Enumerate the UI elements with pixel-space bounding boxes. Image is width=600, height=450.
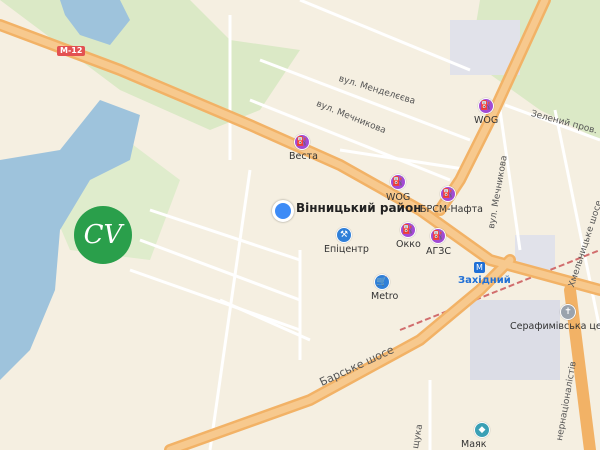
church-icon[interactable]: ✝ <box>560 304 576 320</box>
fuel-icon[interactable]: ⛽ <box>294 134 310 150</box>
hardware-store-icon[interactable]: ⚒ <box>336 227 352 243</box>
fuel-icon[interactable]: ⛽ <box>390 174 406 190</box>
fuel-icon[interactable]: ⛽ <box>400 222 416 238</box>
route-badge-m12: М-12 <box>57 46 86 56</box>
store-icon[interactable]: ◆ <box>474 422 490 438</box>
map-view[interactable]: М-12 CV Вінницький район ⛽ Веста ⛽ WOG ⛽… <box>0 0 600 450</box>
poi-label-agzs: АГЗС <box>426 246 452 257</box>
fuel-icon[interactable]: ⛽ <box>478 98 494 114</box>
poi-label-epicentr: Епіцентр <box>324 244 369 255</box>
poi-label-zakhidnyi: Західний <box>458 275 511 286</box>
poi-label-serafymivska: Серафимівська церк <box>510 321 600 332</box>
current-location-marker[interactable] <box>272 200 294 222</box>
poi-label-brsm: БРСМ-Нафта <box>420 204 483 215</box>
poi-label-vesta: Веста <box>289 151 318 162</box>
building-block <box>470 300 560 380</box>
poi-label-mayak: Маяк <box>461 439 487 450</box>
cv-logo[interactable]: CV <box>74 206 132 264</box>
poi-label-metro: Metro <box>371 291 399 302</box>
train-station-icon[interactable]: M <box>474 262 485 273</box>
fuel-icon[interactable]: ⛽ <box>440 186 456 202</box>
poi-label-wog-top: WOG <box>474 115 499 126</box>
cv-logo-text: CV <box>83 220 123 250</box>
district-label: Вінницький район <box>296 201 422 215</box>
shopping-cart-icon[interactable]: 🛒 <box>374 274 390 290</box>
poi-label-wog-mid: WOG <box>386 192 411 203</box>
forest-area-north <box>0 0 300 130</box>
poi-label-okko: Окко <box>396 239 421 250</box>
fuel-icon[interactable]: ⛽ <box>430 228 446 244</box>
